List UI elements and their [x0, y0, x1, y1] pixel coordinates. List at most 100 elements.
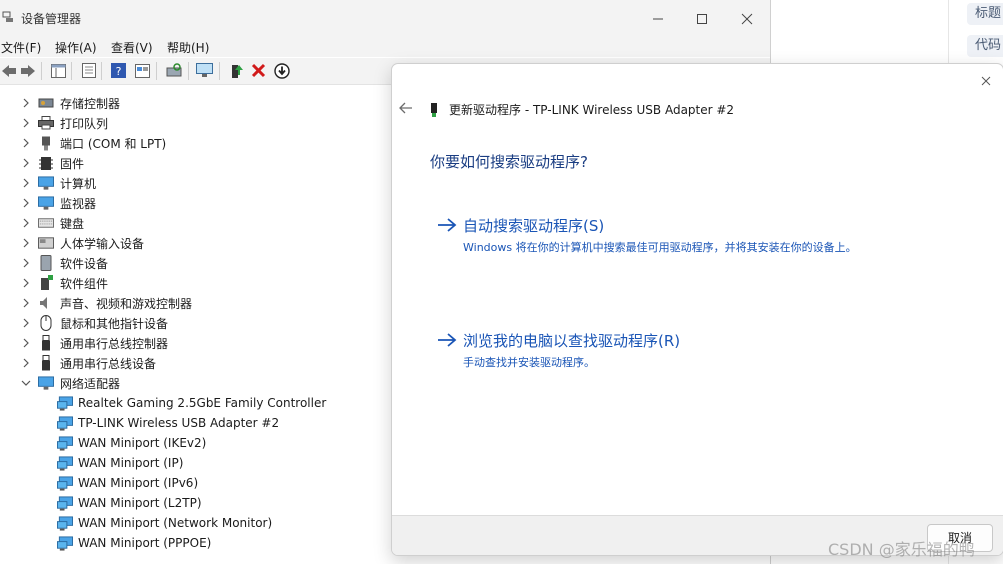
window-title: 设备管理器 — [21, 12, 82, 26]
tree-category-label: 软件组件 — [60, 276, 109, 291]
usb-adapter-icon — [430, 102, 440, 117]
network-adapter-icon — [57, 455, 73, 471]
update-driver-icon[interactable] — [228, 62, 245, 79]
device-tree: 存储控制器打印队列端口 (COM 和 LPT) 固件 计算机 监视器键盘人体学输入设备… — [0, 92, 390, 564]
chevron-right-icon[interactable] — [20, 253, 32, 273]
usb-icon — [38, 355, 54, 371]
software-device-icon — [38, 255, 54, 271]
chevron-right-icon[interactable] — [20, 213, 32, 233]
toolbar-separator — [101, 62, 102, 80]
dialog-title-text: 更新驱动程序 - TP-LINK Wireless USB Adapter #2 — [449, 103, 735, 117]
monitor-icon[interactable] — [196, 62, 213, 79]
menu-view[interactable]: 查看(V) — [111, 39, 153, 56]
tag-code[interactable]: 代码 — [967, 35, 1003, 57]
toolbar-separator — [156, 62, 157, 80]
auto-search-desc: Windows 将在你的计算机中搜索最佳可用驱动程序，并将其安装在你的设备上。 — [463, 241, 857, 254]
tree-category[interactable]: 网络适配器 — [20, 373, 120, 393]
properties-icon[interactable] — [80, 62, 97, 79]
menu-action[interactable]: 操作(A) — [55, 39, 97, 56]
dialog-heading: 你要如何搜索驱动程序? — [430, 153, 588, 171]
browse-option[interactable]: 浏览我的电脑以查找驱动程序(R) 手动查找并安装驱动程序。 — [436, 329, 956, 369]
network-adapter-item[interactable]: WAN Miniport (IPv6) — [57, 473, 198, 493]
tree-category[interactable]: 声音、视频和游戏控制器 — [20, 293, 192, 313]
forward-arrow-icon[interactable] — [19, 62, 36, 79]
chevron-down-icon[interactable] — [20, 373, 32, 393]
network-adapter-icon — [57, 515, 73, 531]
minimize-button[interactable] — [645, 8, 671, 30]
tree-category-label: 键盘 — [60, 216, 85, 231]
tree-category[interactable]: 监视器 — [20, 193, 96, 213]
tree-category[interactable]: 端口 (COM 和 LPT) — [20, 133, 166, 153]
monitor-icon — [38, 195, 54, 211]
tree-category-label: 声音、视频和游戏控制器 — [60, 296, 193, 311]
uninstall-icon[interactable] — [250, 62, 267, 79]
tree-category-label: 人体学输入设备 — [60, 236, 145, 251]
browse-title: 浏览我的电脑以查找驱动程序(R) — [463, 332, 681, 350]
network-adapter-icon — [57, 475, 73, 491]
dialog-close-button[interactable] — [975, 70, 997, 92]
console-tree-icon[interactable] — [50, 62, 67, 79]
chevron-right-icon[interactable] — [20, 93, 32, 113]
keyboard-icon — [38, 215, 54, 231]
network-adapter-label: WAN Miniport (Network Monitor) — [78, 516, 273, 530]
network-adapter-icon — [57, 395, 73, 411]
maximize-button[interactable] — [689, 8, 715, 30]
back-arrow-icon[interactable] — [398, 100, 414, 116]
network-adapter-item[interactable]: WAN Miniport (IP) — [57, 453, 183, 473]
network-adapter-item[interactable]: WAN Miniport (Network Monitor) — [57, 513, 272, 533]
tree-category[interactable]: 人体学输入设备 — [20, 233, 144, 253]
network-adapter-icon — [57, 535, 73, 551]
help-icon[interactable]: ? — [110, 62, 127, 79]
hid-icon — [38, 235, 54, 251]
network-adapter-item[interactable]: WAN Miniport (IKEv2) — [57, 433, 206, 453]
tree-category[interactable]: 打印队列 — [20, 113, 108, 133]
watermark: CSDN @家乐福的鸭 — [828, 540, 975, 559]
chevron-right-icon[interactable] — [20, 313, 32, 333]
tree-category-label: 打印队列 — [60, 116, 109, 131]
network-adapter-item[interactable]: WAN Miniport (PPPOE) — [57, 533, 211, 553]
tree-category[interactable]: 通用串行总线控制器 — [20, 333, 168, 353]
network-adapter-item[interactable]: TP-LINK Wireless USB Adapter #2 — [57, 413, 279, 433]
tree-category-label: 通用串行总线设备 — [60, 356, 157, 371]
network-adapter-label: WAN Miniport (IP) — [78, 456, 184, 470]
show-hidden-icon[interactable] — [134, 62, 151, 79]
chevron-right-icon[interactable] — [20, 293, 32, 313]
network-adapter-item[interactable]: Realtek Gaming 2.5GbE Family Controller — [57, 393, 326, 413]
tree-category[interactable]: 鼠标和其他指针设备 — [20, 313, 168, 333]
network-adapter-label: WAN Miniport (L2TP) — [78, 496, 202, 510]
tree-category-label: 网络适配器 — [60, 376, 121, 391]
menu-help[interactable]: 帮助(H) — [167, 39, 209, 56]
tree-category[interactable]: 存储控制器 — [20, 93, 120, 113]
network-adapter-item[interactable]: WAN Miniport (L2TP) — [57, 493, 202, 513]
download-icon[interactable] — [273, 62, 290, 79]
back-arrow-icon[interactable] — [0, 62, 17, 79]
chevron-right-icon[interactable] — [20, 273, 32, 293]
tree-category[interactable]: 键盘 — [20, 213, 84, 233]
tree-category-label: 存储控制器 — [60, 96, 121, 111]
chevron-right-icon[interactable] — [20, 113, 32, 133]
scan-hardware-icon[interactable] — [165, 62, 182, 79]
arrow-right-icon — [436, 329, 458, 351]
chevron-right-icon[interactable] — [20, 153, 32, 173]
chevron-right-icon[interactable] — [20, 353, 32, 373]
port-icon — [38, 135, 54, 151]
storage-controller-icon — [38, 95, 54, 111]
close-button[interactable] — [734, 8, 760, 30]
chevron-right-icon[interactable] — [20, 133, 32, 153]
chevron-right-icon[interactable] — [20, 333, 32, 353]
tree-category[interactable]: 软件设备 — [20, 253, 108, 273]
auto-search-option[interactable]: 自动搜索驱动程序(S) Windows 将在你的计算机中搜索最佳可用驱动程序，并… — [436, 214, 956, 254]
chevron-right-icon[interactable] — [20, 173, 32, 193]
chevron-right-icon[interactable] — [20, 193, 32, 213]
chevron-right-icon[interactable] — [20, 233, 32, 253]
browse-desc: 手动查找并安装驱动程序。 — [463, 356, 595, 369]
tree-category[interactable]: 通用串行总线设备 — [20, 353, 156, 373]
menu-file[interactable]: 文件(F) — [1, 39, 41, 56]
tree-category[interactable]: 计算机 — [20, 173, 96, 193]
network-adapter-icon — [38, 375, 54, 391]
software-component-icon — [38, 275, 54, 291]
svg-text:?: ? — [116, 65, 122, 78]
tree-category[interactable]: 软件组件 — [20, 273, 108, 293]
tag-title[interactable]: 标题 — [967, 3, 1003, 25]
tree-category[interactable]: 固件 — [20, 153, 84, 173]
